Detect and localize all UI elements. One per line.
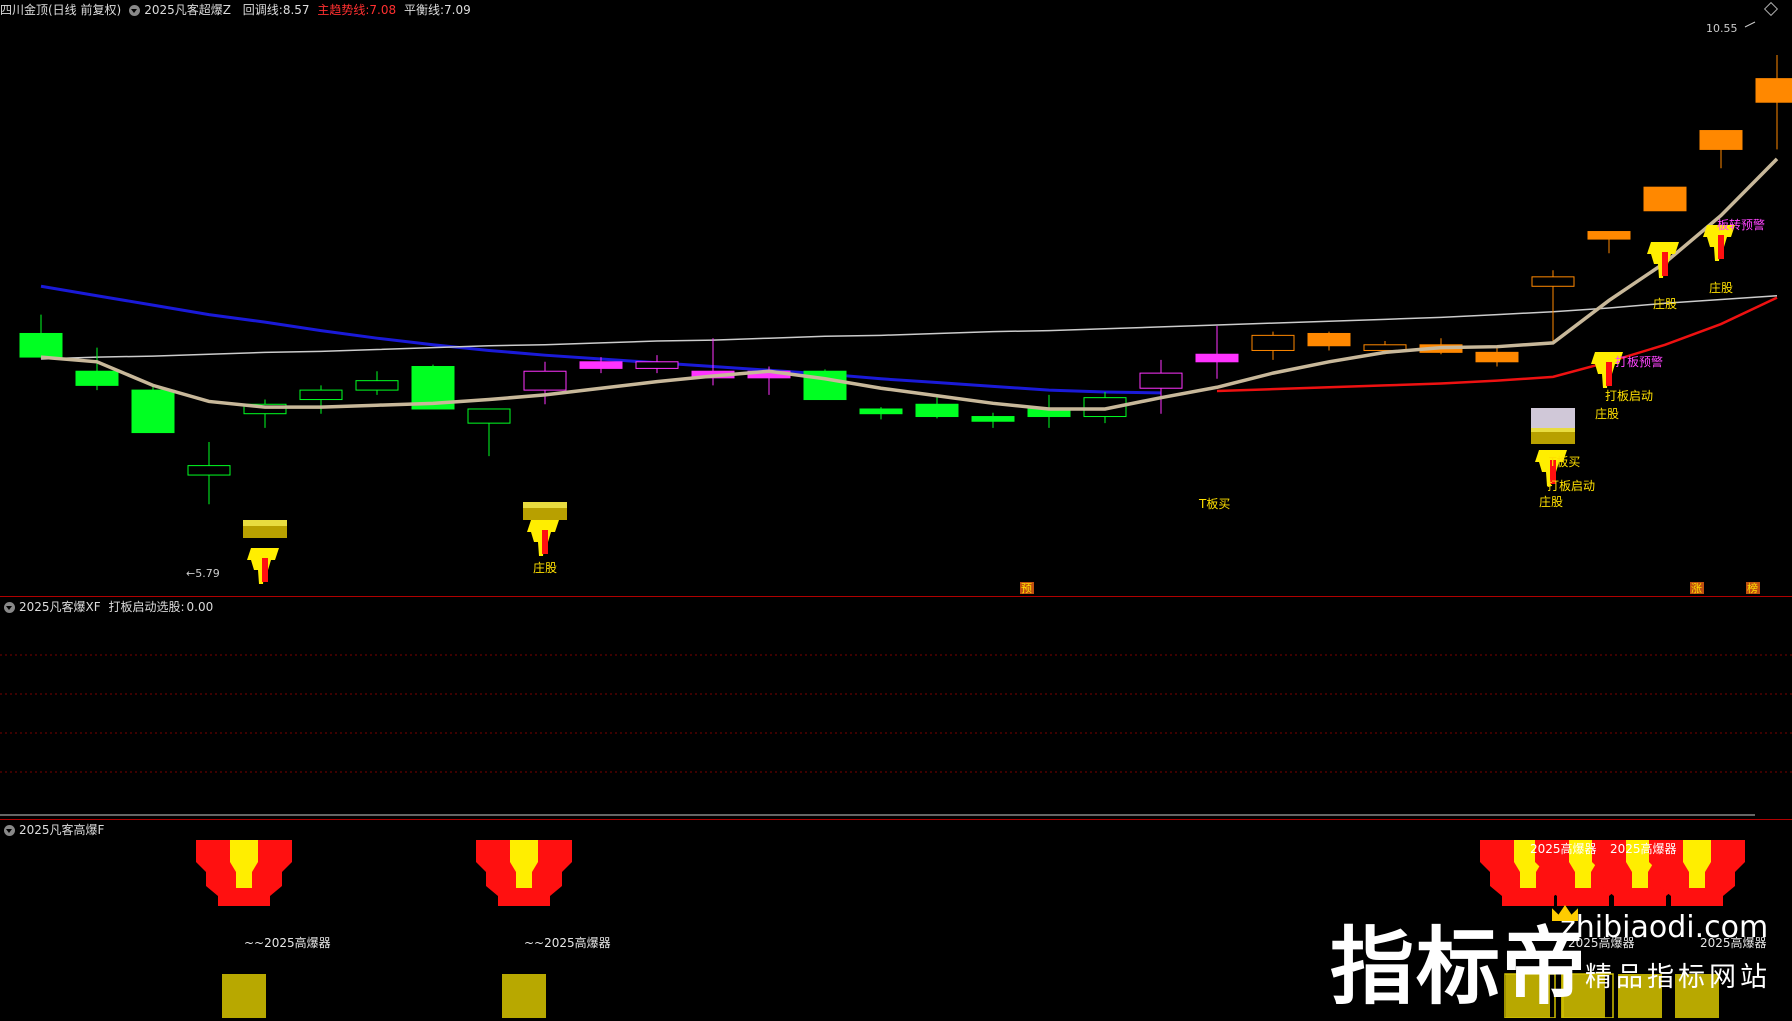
dropdown-icon[interactable] (129, 5, 141, 16)
candle-body (915, 403, 959, 418)
candle-body (299, 389, 343, 401)
balance-value: 7.09 (444, 3, 471, 17)
sub-series-value: 0.00 (186, 600, 214, 614)
sub-indicator-panel[interactable]: 2025凡客爆XF 打板启动选股: 0.00 (0, 597, 1792, 819)
trend-line (1216, 296, 1778, 393)
candle-body (523, 370, 567, 391)
annotation-warn: 打板预警 (1615, 354, 1663, 369)
sub-indicator-name[interactable]: 2025凡客爆XF (19, 600, 101, 614)
candle-body (1699, 130, 1743, 150)
annotation-zhuang: 庄股 (1709, 280, 1733, 295)
candle-body (1587, 231, 1631, 240)
candle-body (75, 370, 119, 386)
signal-drop-marker-core (1662, 252, 1668, 276)
pullback-line (40, 157, 1779, 411)
signal-drop-marker-core (1606, 362, 1612, 386)
signal-drop-large-base (222, 974, 266, 1018)
low-price-label: ←5.79 (186, 567, 220, 580)
candle-body (1307, 332, 1351, 347)
annotation-tbuy: T板买 (1548, 455, 1580, 469)
signal-label-1: ~~2025高爆器 (244, 936, 331, 950)
dropdown-icon[interactable] (4, 602, 15, 613)
candle-body (1195, 353, 1239, 363)
trend-value: 7.08 (369, 3, 397, 17)
annotation-zhuang: 庄股 (1539, 494, 1563, 509)
annotation-daban: 打板启动 (1605, 389, 1653, 403)
candle-body (859, 408, 903, 415)
long-ma-line (40, 284, 1162, 395)
annotation-zhuang: 庄股 (533, 560, 557, 575)
pullback-label: 回调线: (242, 3, 283, 17)
main-header: 四川金顶(日线 前复权) 2025凡客超爆Z 回调线:8.57 主趋势线:7.08… (0, 0, 475, 20)
annotation-daban: 打板启动 (1547, 479, 1595, 493)
low-indicator-name[interactable]: 2025凡客高爆F (19, 823, 104, 837)
signal-drop-large-base (502, 974, 546, 1018)
watermark-logo: 指标帝 (1330, 918, 1589, 1016)
undefined-hi (523, 502, 567, 508)
bottom-marker: 涨 (1691, 582, 1702, 595)
candle-body (1531, 276, 1575, 287)
dropdown-icon[interactable] (4, 825, 15, 836)
signal-label-2: ~~2025高爆器 (524, 936, 611, 950)
high-price-label: 10.55 (1706, 22, 1738, 35)
sub-series-label: 打板启动选股: (108, 600, 185, 614)
signal-drop-marker-core (1718, 235, 1724, 259)
main-price-panel[interactable]: 庄股 庄股 庄股 庄股 庄股 打板启动 打板启动 T板买 T板买 打板预警 板转预警 10.55 ←5.… (0, 0, 1792, 596)
bottom-marker: 榜 (1747, 581, 1758, 595)
annotation-zhuang: 庄股 (1595, 406, 1619, 421)
annotation-tbuy: T板买 (1198, 497, 1230, 511)
candle-body (579, 361, 623, 369)
candle-body (131, 389, 175, 434)
signal-drop-marker-core (542, 530, 548, 554)
signal-drop-marker-core (262, 558, 268, 582)
candle-body (1755, 78, 1792, 103)
trend-label: 主趋势线: (317, 3, 370, 17)
candle-body (971, 416, 1015, 422)
candle-body (355, 380, 399, 391)
annotation-warn: 板转预警 (1717, 217, 1765, 232)
annotation-zhuang: 庄股 (1653, 296, 1677, 311)
indicator-name[interactable]: 2025凡客超爆Z (144, 3, 231, 17)
candle-body (187, 465, 231, 476)
watermark-tagline: 精品指标网站 (1585, 962, 1771, 993)
pullback-value: 8.57 (282, 3, 310, 17)
high-price-arrow (1744, 21, 1756, 28)
candle-body (635, 361, 679, 369)
signal-label-4: 2025高爆器 (1610, 842, 1677, 856)
balance-label: 平衡线: (403, 3, 445, 17)
price-chart[interactable]: 庄股庄股庄股庄股庄股打板启动打板启动T板买T板买打板预警板转预警10.55←5.… (0, 0, 1792, 596)
candle-body (1643, 186, 1687, 212)
low-header: 2025凡客高爆F (0, 820, 108, 840)
candle-body (19, 332, 63, 358)
candle-body (1475, 351, 1519, 363)
sub-chart[interactable] (0, 597, 1792, 819)
sub-header: 2025凡客爆XF 打板启动选股: 0.00 (0, 597, 217, 617)
candle-body (1139, 372, 1183, 389)
signal-label-3: 2025高爆器 (1530, 842, 1597, 856)
watermark-url: zhibiaodi.com (1560, 910, 1769, 945)
candle-body (467, 408, 511, 424)
candle-body (1251, 334, 1295, 351)
bottom-marker: 预 (1021, 582, 1032, 595)
undefined-hi (243, 520, 287, 526)
stock-name: 四川金顶(日线 前复权) (0, 3, 122, 17)
gold-block-top (1531, 408, 1575, 428)
